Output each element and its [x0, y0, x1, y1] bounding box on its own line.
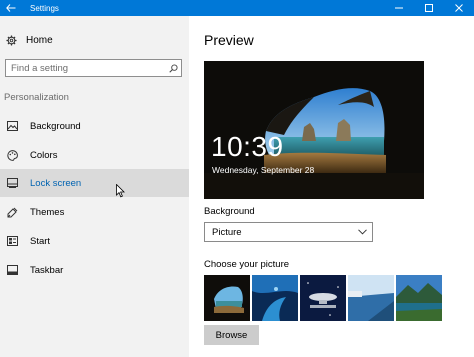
- taskbar-icon: [6, 264, 18, 276]
- maximize-icon: [425, 4, 433, 12]
- maximize-button[interactable]: [414, 0, 444, 16]
- search-input[interactable]: Find a setting: [11, 63, 165, 74]
- aerial-lake-thumbnail-icon: [348, 275, 394, 321]
- back-button[interactable]: [0, 0, 22, 16]
- home-label: Home: [26, 34, 53, 46]
- page-title: Preview: [204, 32, 254, 48]
- picture-thumbnail[interactable]: [300, 275, 346, 321]
- sidebar-item-label: Background: [30, 120, 81, 132]
- chevron-down-icon: [352, 223, 372, 241]
- sidebar-item-label: Taskbar: [30, 264, 64, 276]
- lock-screen-preview: 10:39 Wednesday, September 28: [204, 61, 424, 199]
- gear-icon: [6, 34, 17, 46]
- window-title: Settings: [30, 3, 59, 13]
- sidebar-item-label: Themes: [30, 206, 65, 218]
- sidebar-item-label: Lock screen: [30, 177, 82, 189]
- mouse-pointer-icon: [116, 184, 125, 198]
- sidebar-item-start[interactable]: Start: [0, 227, 189, 255]
- title-bar: Settings: [0, 0, 474, 16]
- background-dropdown-value: Picture: [212, 226, 242, 238]
- sidebar-item-taskbar[interactable]: Taskbar: [0, 256, 189, 284]
- picture-icon: [6, 120, 18, 132]
- minimize-button[interactable]: [384, 0, 414, 16]
- start-icon: [6, 235, 18, 247]
- choose-picture-label: Choose your picture: [204, 259, 290, 270]
- picture-thumbnail[interactable]: [204, 275, 250, 321]
- close-icon: [455, 4, 463, 12]
- sidebar: Home Find a setting Personalization Back…: [0, 16, 189, 357]
- starship-thumbnail-icon: [300, 275, 346, 321]
- picture-thumbnail[interactable]: [252, 275, 298, 321]
- section-heading-personalization: Personalization: [4, 92, 69, 103]
- background-dropdown[interactable]: Picture: [204, 222, 373, 242]
- preview-image: [204, 61, 424, 199]
- background-label: Background: [204, 206, 255, 217]
- search-box[interactable]: Find a setting: [5, 59, 182, 77]
- lock-screen-icon: [6, 177, 18, 189]
- sidebar-item-background[interactable]: Background: [0, 112, 189, 140]
- home-nav-item[interactable]: Home: [0, 30, 189, 50]
- search-icon[interactable]: [165, 60, 181, 76]
- preview-clock: 10:39: [211, 131, 284, 162]
- picture-thumbnail[interactable]: [396, 275, 442, 321]
- sidebar-item-label: Colors: [30, 149, 58, 161]
- minimize-icon: [395, 7, 403, 9]
- sidebar-item-themes[interactable]: Themes: [0, 198, 189, 226]
- close-button[interactable]: [444, 0, 474, 16]
- underwater-thumbnail-icon: [252, 275, 298, 321]
- cave-beach-thumbnail-icon: [204, 275, 250, 321]
- preview-date: Wednesday, September 28: [212, 165, 315, 175]
- mountain-lake-thumbnail-icon: [396, 275, 442, 321]
- brush-icon: [6, 206, 18, 218]
- browse-button[interactable]: Browse: [204, 325, 259, 345]
- sidebar-item-colors[interactable]: Colors: [0, 141, 189, 169]
- sidebar-item-lock-screen[interactable]: Lock screen: [0, 169, 189, 197]
- palette-icon: [6, 149, 18, 161]
- sidebar-item-label: Start: [30, 235, 51, 247]
- back-arrow-icon: [6, 4, 16, 12]
- picture-thumbnail[interactable]: [348, 275, 394, 321]
